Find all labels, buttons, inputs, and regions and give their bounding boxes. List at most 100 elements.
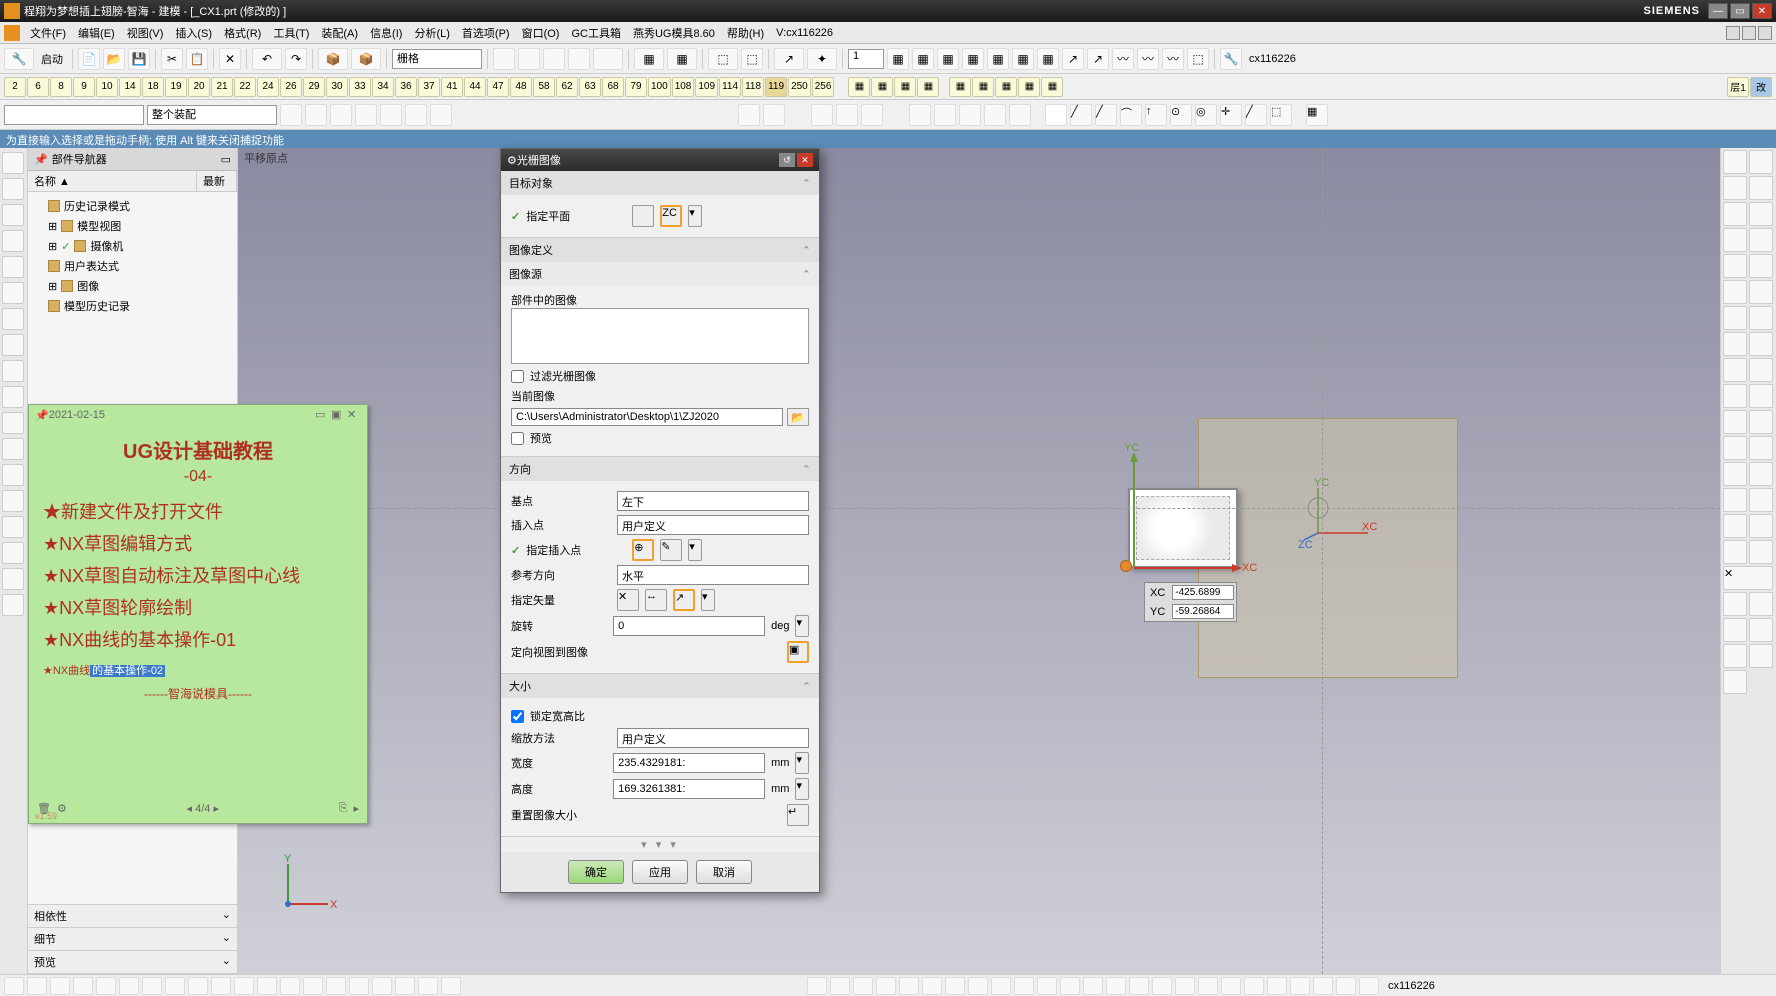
ltab-9-icon[interactable] — [2, 360, 24, 382]
sb-21-icon[interactable] — [807, 977, 827, 995]
sticky-pin-icon[interactable]: 📌 — [35, 409, 49, 422]
w-drop-icon[interactable]: ▾ — [795, 752, 809, 774]
base-combo[interactable]: 左下 — [617, 491, 809, 511]
sb-17-icon[interactable] — [372, 977, 392, 995]
sb-1-icon[interactable] — [4, 977, 24, 995]
reset-size-button[interactable]: ↵ — [787, 804, 809, 826]
rt-9-icon[interactable] — [1723, 254, 1747, 278]
pin-icon[interactable]: 📌 — [34, 153, 48, 166]
redo-icon[interactable]: ↷ — [285, 48, 307, 70]
ltab-18-icon[interactable] — [2, 594, 24, 616]
num-combo[interactable]: 1 — [848, 49, 884, 69]
tree-node[interactable]: 用户表达式 — [32, 256, 233, 276]
sel-t9-icon[interactable] — [763, 104, 785, 126]
scale-combo[interactable]: 用户定义 — [617, 728, 809, 748]
layer-41[interactable]: 41 — [441, 77, 463, 97]
layer-2[interactable]: 2 — [4, 77, 26, 97]
layer-20[interactable]: 20 — [188, 77, 210, 97]
nb-tool1-icon[interactable]: ▦ — [848, 77, 870, 97]
layer-256[interactable]: 256 — [812, 77, 835, 97]
undo-icon[interactable]: ↶ — [252, 48, 282, 70]
tb-b-icon[interactable] — [518, 48, 540, 70]
tb-e-icon[interactable] — [593, 48, 623, 70]
sb-16-icon[interactable] — [349, 977, 369, 995]
tb-g-icon[interactable]: ▦ — [667, 48, 697, 70]
section-imgdef[interactable]: 图像定义⌃ — [501, 238, 819, 262]
sel-t10-icon[interactable] — [811, 104, 833, 126]
sel-t8-icon[interactable] — [738, 104, 760, 126]
nav-col-latest[interactable]: 最新 — [197, 171, 237, 191]
section-direction[interactable]: 方向⌃ — [501, 457, 819, 481]
ok-button[interactable]: 确定 — [568, 860, 624, 884]
layer-48[interactable]: 48 — [510, 77, 532, 97]
rt-4-icon[interactable] — [1749, 176, 1773, 200]
plane-drop-icon[interactable]: ▾ — [688, 205, 702, 227]
sb-26-icon[interactable] — [922, 977, 942, 995]
sticky-note[interactable]: 📌 2021-02-15 ▭ ▣ ✕ UG设计基础教程 -04- ★新建文件及打… — [28, 404, 368, 824]
new-icon[interactable]: 📄 — [78, 48, 100, 70]
rt-39-icon[interactable] — [1749, 644, 1773, 668]
ltab-nav-icon[interactable] — [2, 152, 24, 174]
layer-68[interactable]: 68 — [602, 77, 624, 97]
sb-28-icon[interactable] — [968, 977, 988, 995]
layer1-label[interactable]: 层1 — [1727, 77, 1749, 97]
layer-37[interactable]: 37 — [418, 77, 440, 97]
menu-format[interactable]: 格式(R) — [218, 25, 267, 41]
section-preview[interactable]: 预览⌄ — [28, 951, 237, 974]
rt-27-icon[interactable] — [1723, 488, 1747, 512]
sel-t19-icon[interactable]: ╱ — [1070, 104, 1092, 126]
sb-20-icon[interactable] — [441, 977, 461, 995]
sb-34-icon[interactable] — [1106, 977, 1126, 995]
layer-29[interactable]: 29 — [303, 77, 325, 97]
rt-10-icon[interactable] — [1749, 254, 1773, 278]
sb-15-icon[interactable] — [326, 977, 346, 995]
sb-22-icon[interactable] — [830, 977, 850, 995]
sb-13-icon[interactable] — [280, 977, 300, 995]
layer-114[interactable]: 114 — [719, 77, 741, 97]
height-input[interactable] — [613, 779, 765, 799]
tree-node[interactable]: ⊞ ✓摄像机 — [32, 236, 233, 256]
tool-dd1-icon[interactable]: 📦 — [318, 48, 348, 70]
layer-26[interactable]: 26 — [280, 77, 302, 97]
nb-tool7-icon[interactable]: ▦ — [995, 77, 1017, 97]
menu-insert[interactable]: 插入(S) — [169, 25, 218, 41]
sb-2-icon[interactable] — [27, 977, 47, 995]
layer-22[interactable]: 22 — [234, 77, 256, 97]
sb-29-icon[interactable] — [991, 977, 1011, 995]
rt-14-icon[interactable] — [1749, 306, 1773, 330]
plane-btn1-icon[interactable] — [632, 205, 654, 227]
rt-1-icon[interactable] — [1723, 150, 1747, 174]
nb-tool3-icon[interactable]: ▦ — [894, 77, 916, 97]
rotate-drop-icon[interactable]: ▾ — [795, 615, 809, 637]
ltab-2-icon[interactable] — [2, 178, 24, 200]
mdi-minimize-icon[interactable] — [1726, 26, 1740, 40]
rt-34-icon[interactable] — [1723, 592, 1747, 616]
layer-250[interactable]: 250 — [788, 77, 811, 97]
rt-7-icon[interactable] — [1723, 228, 1747, 252]
sticky-prev-icon[interactable]: ◂ — [187, 803, 193, 815]
sel-t13-icon[interactable] — [909, 104, 931, 126]
sel-t26-icon[interactable]: ╱ — [1245, 104, 1267, 126]
rt-2-icon[interactable] — [1749, 150, 1773, 174]
nb-tool5-icon[interactable]: ▦ — [949, 77, 971, 97]
menu-version[interactable]: V:cx116226 — [770, 27, 839, 39]
section-size[interactable]: 大小⌃ — [501, 674, 819, 698]
rt-6-icon[interactable] — [1749, 202, 1773, 226]
layer-119[interactable]: 119 — [765, 77, 787, 97]
layer-100[interactable]: 100 — [648, 77, 671, 97]
ltab-16-icon[interactable] — [2, 542, 24, 564]
rt-20-icon[interactable] — [1749, 384, 1773, 408]
sel-t24-icon[interactable]: ◎ — [1195, 104, 1217, 126]
menu-help[interactable]: 帮助(H) — [721, 25, 770, 41]
rt-37-icon[interactable] — [1749, 618, 1773, 642]
sb-3-icon[interactable] — [50, 977, 70, 995]
sel-t16-icon[interactable] — [984, 104, 1006, 126]
sb-37-icon[interactable] — [1175, 977, 1195, 995]
menu-yanxiu[interactable]: 燕秀UG模具8.60 — [627, 25, 721, 41]
layer-118[interactable]: 118 — [742, 77, 764, 97]
tb-q-icon[interactable]: ▦ — [1012, 48, 1034, 70]
sticky-close-icon[interactable]: ✕ — [347, 408, 361, 422]
specins-drop-icon[interactable]: ▾ — [688, 539, 702, 561]
vec-btn1-icon[interactable]: ✕ — [617, 589, 639, 611]
menu-info[interactable]: 信息(I) — [364, 25, 408, 41]
